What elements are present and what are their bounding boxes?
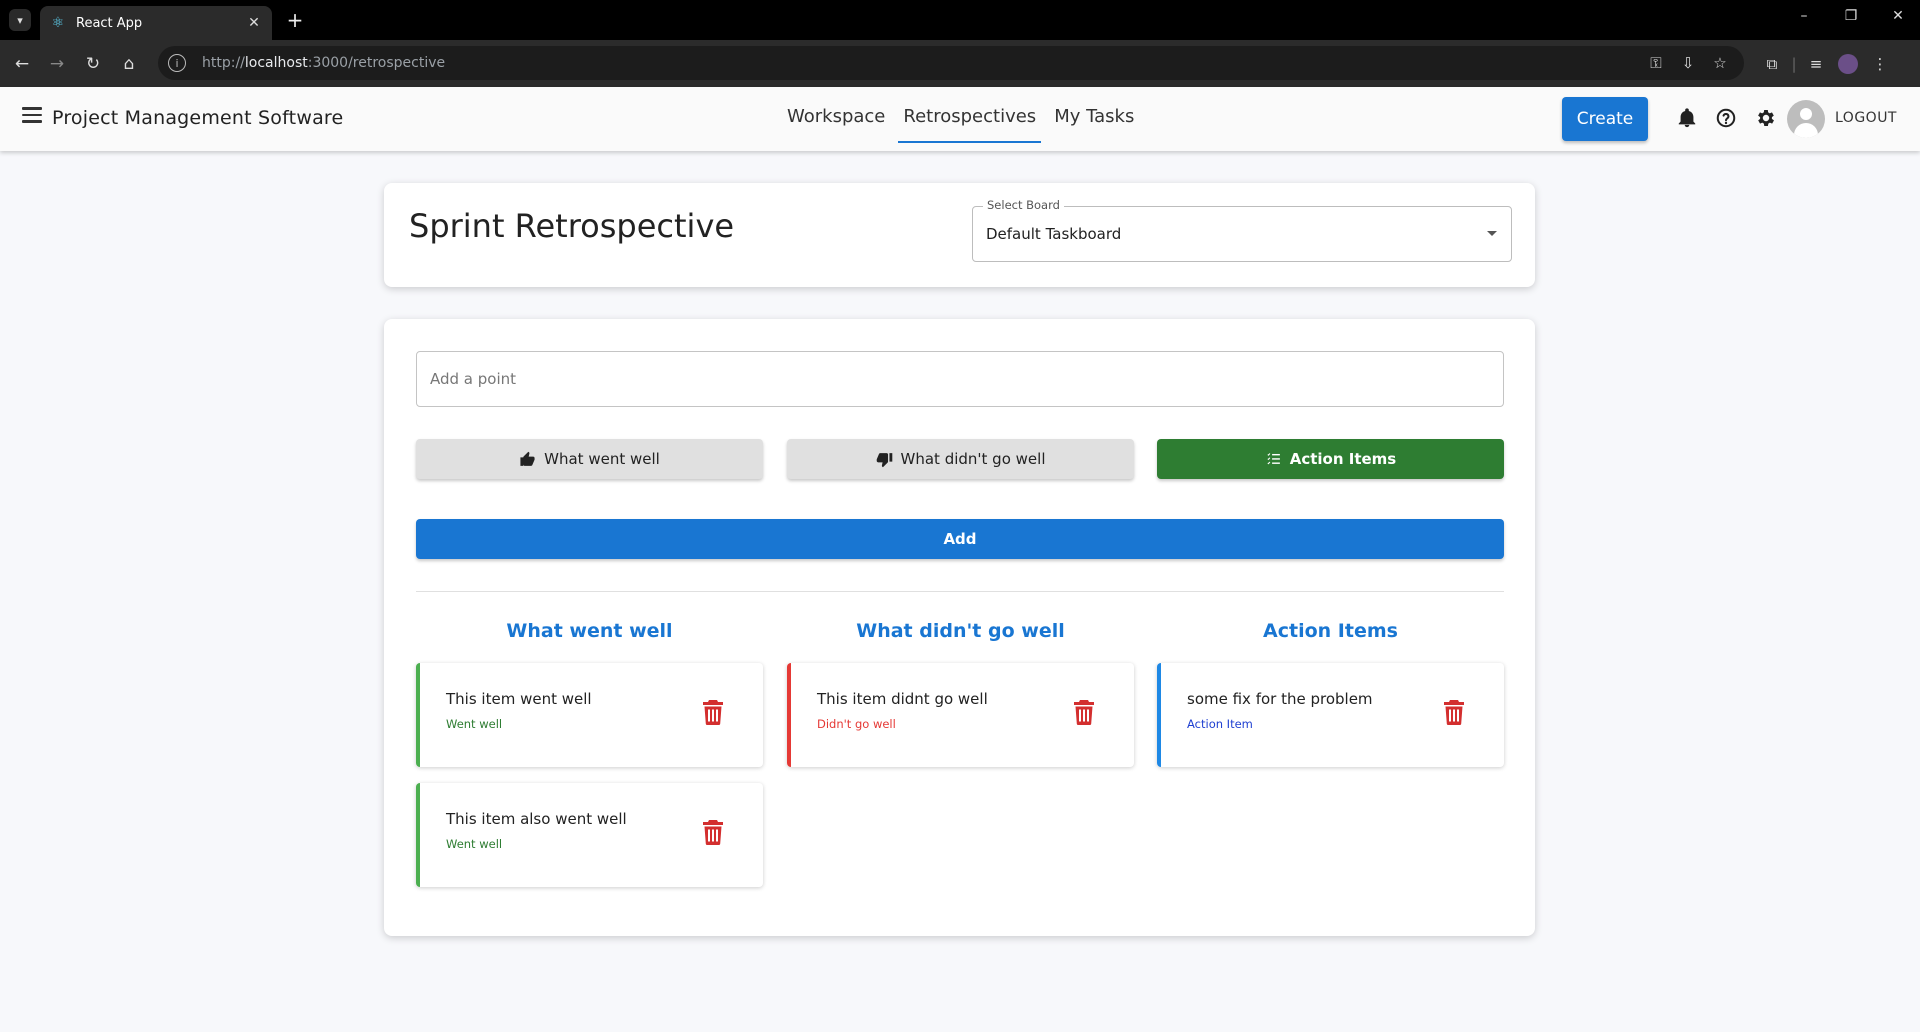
page-title: Sprint Retrospective (409, 207, 735, 245)
user-avatar[interactable] (1787, 100, 1825, 138)
create-button[interactable]: Create (1562, 97, 1648, 141)
category-didnt-go-well-label: What didn't go well (900, 450, 1046, 468)
retro-item-tag: Went well (446, 717, 503, 731)
retro-item-card: This item went well Went well (416, 663, 763, 767)
thumbs-up-icon (520, 451, 535, 466)
profile-avatar-icon[interactable] (1838, 54, 1858, 74)
category-went-well-label: What went well (544, 450, 660, 468)
retro-item-text: some fix for the problem (1187, 690, 1373, 708)
media-controls-icon[interactable]: ≡ (1800, 55, 1832, 73)
close-tab-icon[interactable]: ✕ (244, 13, 264, 33)
retrospective-header-card: Sprint Retrospective Select Board Defaul… (384, 183, 1535, 287)
add-button[interactable]: Add (416, 519, 1504, 559)
retro-item-tag: Didn't go well (817, 717, 896, 731)
column-title: Action Items (1263, 620, 1398, 642)
retro-item-tag: Action Item (1187, 717, 1253, 731)
address-bar[interactable]: i http://localhost:3000/retrospective ⚿ … (158, 46, 1744, 80)
retrospective-board-card: What went well What didn't go well Actio… (384, 319, 1535, 936)
restore-icon[interactable]: ❐ (1839, 8, 1863, 24)
close-window-icon[interactable]: ✕ (1886, 8, 1910, 24)
board-select-value: Default Taskboard (986, 225, 1122, 243)
menu-icon[interactable] (22, 107, 42, 123)
forward-icon[interactable]: → (45, 52, 69, 76)
new-tab-icon[interactable]: + (284, 9, 306, 31)
retro-item-tag: Went well (446, 837, 503, 851)
column-title: What didn't go well (856, 620, 1065, 642)
delete-trash-icon[interactable] (1072, 699, 1096, 725)
retro-item-text: This item didnt go well (817, 690, 988, 708)
checklist-icon (1267, 452, 1280, 464)
home-icon[interactable]: ⌂ (117, 52, 141, 76)
section-divider (416, 591, 1504, 592)
retro-item-card: some fix for the problem Action Item (1157, 663, 1504, 767)
help-icon[interactable] (1714, 107, 1738, 131)
browser-toolbar: ← → ↻ ⌂ i http://localhost:3000/retrospe… (0, 40, 1920, 87)
password-key-icon[interactable]: ⚿ (1640, 54, 1672, 72)
toolbar-divider: | (1791, 55, 1797, 73)
column-went-well: What went well This item went well Went … (416, 619, 763, 903)
dropdown-caret-icon (1487, 231, 1497, 236)
install-app-icon[interactable]: ⇩ (1672, 54, 1704, 72)
board-select-label: Select Board (983, 198, 1064, 212)
delete-trash-icon[interactable] (701, 699, 725, 725)
notifications-bell-icon[interactable] (1675, 107, 1699, 131)
add-point-input[interactable] (416, 351, 1504, 407)
site-info-icon[interactable]: i (168, 54, 186, 72)
browser-tab-bar: ▾ ⚛ React App ✕ + – ❐ ✕ (0, 0, 1920, 40)
minimize-icon[interactable]: – (1792, 8, 1816, 24)
nav-workspace[interactable]: Workspace (778, 87, 894, 151)
browser-menu-icon[interactable]: ⋮ (1864, 55, 1896, 73)
delete-trash-icon[interactable] (1442, 699, 1466, 725)
bookmark-star-icon[interactable]: ☆ (1704, 54, 1736, 72)
delete-trash-icon[interactable] (701, 819, 725, 845)
column-didnt-go-well: What didn't go well This item didnt go w… (787, 619, 1134, 783)
retro-item-card: This item also went well Went well (416, 783, 763, 887)
retro-item-card: This item didnt go well Didn't go well (787, 663, 1134, 767)
settings-gear-icon[interactable] (1754, 107, 1778, 131)
back-icon[interactable]: ← (10, 52, 34, 76)
extensions-icon[interactable]: ⧉ (1756, 55, 1788, 73)
react-favicon-icon: ⚛ (51, 15, 65, 31)
app-header: Project Management Software Workspace Re… (0, 87, 1920, 151)
retro-item-text: This item went well (446, 690, 592, 708)
browser-tab[interactable]: ⚛ React App ✕ (40, 6, 272, 40)
category-action-items-button[interactable]: Action Items (1157, 439, 1504, 479)
thumbs-down-icon (876, 452, 892, 467)
main-nav: Workspace Retrospectives My Tasks (778, 87, 1143, 151)
tab-title: React App (76, 15, 143, 31)
column-action-items: Action Items some fix for the problem Ac… (1157, 619, 1504, 783)
nav-my-tasks[interactable]: My Tasks (1045, 87, 1143, 151)
category-action-items-label: Action Items (1289, 450, 1397, 468)
nav-retrospectives[interactable]: Retrospectives (894, 87, 1045, 151)
reload-icon[interactable]: ↻ (81, 52, 105, 76)
board-select[interactable]: Select Board Default Taskboard (972, 198, 1512, 262)
retro-item-text: This item also went well (446, 810, 627, 828)
url-text: http://localhost:3000/retrospective (202, 55, 446, 71)
app-title: Project Management Software (52, 107, 344, 129)
category-went-well-button[interactable]: What went well (416, 439, 763, 479)
tab-search-icon[interactable]: ▾ (9, 9, 31, 31)
logout-button[interactable]: LOGOUT (1835, 110, 1897, 126)
category-didnt-go-well-button[interactable]: What didn't go well (787, 439, 1134, 479)
column-title: What went well (506, 620, 673, 642)
